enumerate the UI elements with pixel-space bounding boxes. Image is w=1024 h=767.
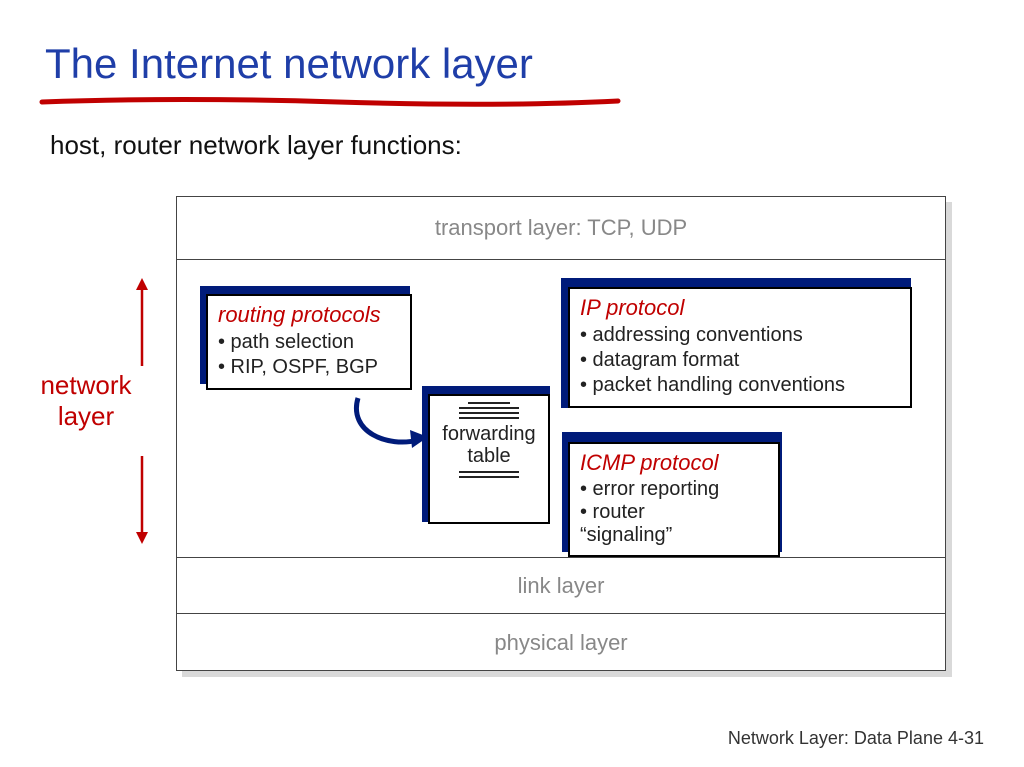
physical-layer-row: physical layer [177, 613, 945, 671]
title-underline-icon [38, 94, 628, 112]
arrow-down-icon [132, 454, 152, 544]
footer-page-number: 31 [964, 728, 984, 748]
transport-layer-row: transport layer: TCP, UDP [177, 197, 945, 259]
ip-line-3: • packet handling conventions [580, 373, 900, 398]
ip-line-1: • addressing conventions [580, 323, 900, 348]
icmp-line-1: • error reporting [580, 478, 768, 501]
layer-stack: transport layer: TCP, UDP link layer phy… [176, 196, 946, 671]
ip-title: IP protocol [580, 295, 900, 321]
forwarding-table-bottom-lines-icon [434, 471, 544, 478]
network-layer-label: network layer [26, 370, 146, 432]
slide-title: The Internet network layer [45, 40, 533, 88]
slide-footer: Network Layer: Data Plane 4-31 [728, 728, 984, 749]
footer-text: Network Layer: Data Plane 4- [728, 728, 964, 748]
ip-protocol-box: IP protocol • addressing conventions • d… [568, 287, 912, 408]
routing-title: routing protocols [218, 302, 400, 328]
ip-line-2: • datagram format [580, 348, 900, 373]
forwarding-table-top-lines-icon [434, 402, 544, 419]
forwarding-table-box: forwarding table [428, 394, 550, 524]
subtitle: host, router network layer functions: [50, 130, 462, 161]
routing-to-forwarding-arrow-icon [344, 390, 434, 460]
routing-line-1: • path selection [218, 330, 400, 355]
icmp-line-3: “signaling” [580, 524, 768, 547]
forwarding-table-label: forwarding table [434, 423, 544, 467]
routing-protocols-box: routing protocols • path selection • RIP… [206, 294, 412, 390]
icmp-protocol-box: ICMP protocol • error reporting • router… [568, 442, 780, 557]
icmp-line-2: • router [580, 501, 768, 524]
link-layer-row: link layer [177, 557, 945, 613]
icmp-title: ICMP protocol [580, 450, 768, 476]
routing-line-2: • RIP, OSPF, BGP [218, 355, 400, 380]
arrow-up-icon [132, 278, 152, 368]
